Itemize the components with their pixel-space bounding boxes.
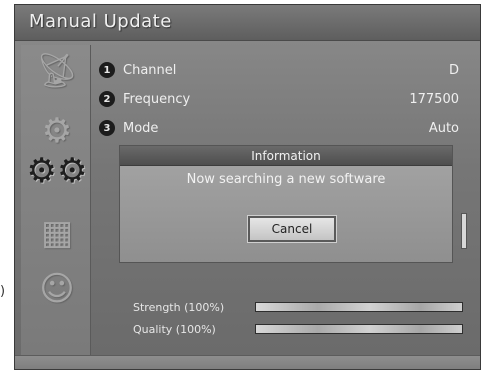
- strength-bar: [255, 302, 463, 312]
- tv-screen: Manual Update 📡︎ ⚙︎ ⚙⚙ ▦ ☺︎ 1 Channel D …: [14, 4, 481, 370]
- scroll-indicator: [461, 213, 467, 249]
- setting-row-channel[interactable]: 1 Channel D: [99, 59, 459, 81]
- setting-label: Frequency: [123, 91, 191, 107]
- information-dialog: Information Now searching a new software…: [119, 145, 453, 263]
- quality-meter: Quality (100%): [133, 321, 463, 337]
- strength-meter: Strength (100%): [133, 299, 463, 315]
- cancel-button[interactable]: Cancel: [247, 215, 337, 243]
- row-number-badge: 3: [99, 120, 115, 136]
- setting-value: Auto: [428, 120, 459, 136]
- setting-label: Mode: [123, 120, 159, 136]
- gears-icon[interactable]: ⚙⚙: [27, 149, 88, 193]
- satellite-dish-icon[interactable]: 📡︎: [35, 49, 79, 93]
- dialog-title: Information: [120, 146, 452, 166]
- setting-value: D: [448, 62, 459, 78]
- setting-value: 177500: [409, 91, 459, 107]
- edge-mark: ): [0, 284, 6, 299]
- setting-row-mode[interactable]: 3 Mode Auto: [99, 117, 459, 139]
- setting-row-frequency[interactable]: 2 Frequency 177500: [99, 88, 459, 110]
- sidebar: 📡︎ ⚙︎ ⚙⚙ ▦ ☺︎: [21, 45, 91, 355]
- dialog-message: Now searching a new software: [186, 172, 386, 187]
- title-bar: Manual Update: [15, 5, 480, 41]
- row-number-badge: 2: [99, 91, 115, 107]
- row-number-badge: 1: [99, 62, 115, 78]
- quality-bar: [255, 324, 463, 334]
- quality-label: Quality (100%): [133, 322, 216, 336]
- strength-bar-fill: [256, 303, 462, 311]
- settings-box-icon[interactable]: ⚙︎: [35, 109, 79, 153]
- page-title: Manual Update: [29, 11, 172, 32]
- setting-label: Channel: [123, 62, 177, 78]
- bottom-strip: [15, 355, 480, 369]
- strength-label: Strength (100%): [133, 300, 225, 314]
- smiley-icon[interactable]: ☺︎: [35, 267, 79, 311]
- quality-bar-fill: [256, 325, 462, 333]
- calendar-icon[interactable]: ▦: [35, 211, 79, 255]
